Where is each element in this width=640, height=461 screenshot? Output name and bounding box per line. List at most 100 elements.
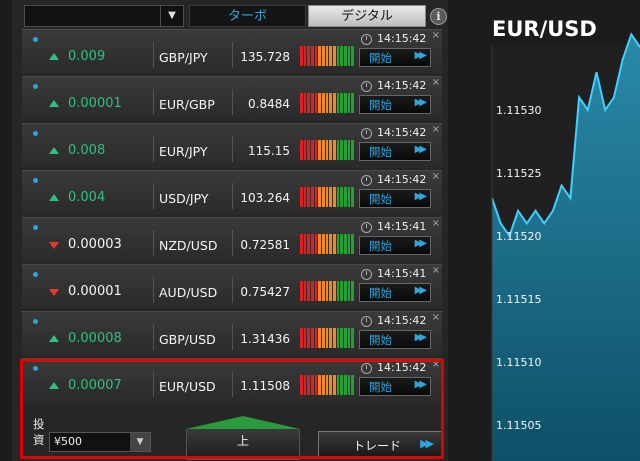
sentiment-bar: [307, 281, 311, 301]
selected-asset-highlight: [20, 359, 444, 459]
divider: [232, 230, 233, 256]
asset-row[interactable]: × 14:15:42 0.004 USD/JPY 103.264 開始 ▶▶: [22, 170, 442, 215]
fast-forward-icon: ▶▶: [414, 97, 428, 108]
asset-row[interactable]: × 14:15:42 0.00008 GBP/USD 1.31436 開始 ▶▶: [22, 311, 442, 356]
start-button[interactable]: 開始 ▶▶: [359, 236, 431, 255]
sentiment-bar: [300, 328, 303, 348]
sentiment-bar: [347, 46, 351, 66]
start-button[interactable]: 開始 ▶▶: [359, 189, 431, 208]
sentiment-bar: [325, 328, 329, 348]
sentiment-bar: [325, 281, 329, 301]
price-change: 0.004: [68, 190, 106, 205]
sentiment-meter: [300, 328, 355, 348]
y-tick-label: 1.11520: [496, 230, 542, 243]
sentiment-bar: [333, 281, 336, 301]
close-icon[interactable]: ×: [432, 30, 440, 41]
sentiment-bar: [311, 234, 314, 254]
up-arrow-icon: [49, 147, 59, 154]
start-button[interactable]: 開始 ▶▶: [359, 48, 431, 67]
sentiment-bar: [351, 46, 355, 66]
divider: [153, 89, 154, 115]
currency-pair: AUD/USD: [159, 285, 218, 300]
current-price: 103.264: [240, 191, 290, 205]
sentiment-bar: [318, 281, 322, 301]
tab-turbo[interactable]: ターボ: [189, 5, 306, 27]
divider: [232, 324, 233, 350]
close-icon[interactable]: ×: [432, 218, 440, 229]
info-icon[interactable]: i: [430, 8, 447, 25]
sentiment-bar: [307, 46, 311, 66]
sentiment-bar: [351, 234, 355, 254]
sentiment-bar: [322, 187, 325, 207]
sentiment-bar: [318, 328, 322, 348]
sentiment-bar: [347, 93, 351, 113]
sentiment-bar: [318, 93, 322, 113]
asset-row[interactable]: × 14:15:42 0.009 GBP/JPY 135.728 開始 ▶▶: [22, 29, 442, 74]
close-icon[interactable]: ×: [432, 265, 440, 276]
start-button[interactable]: 開始 ▶▶: [359, 330, 431, 349]
sentiment-bar: [303, 328, 307, 348]
sentiment-bar: [318, 234, 322, 254]
currency-pair: USD/JPY: [159, 191, 209, 206]
sentiment-bar: [336, 234, 340, 254]
sentiment-bar: [329, 46, 333, 66]
y-tick-label: 1.11510: [496, 356, 542, 369]
sentiment-bar: [303, 140, 307, 160]
live-indicator-icon: [33, 272, 38, 277]
close-icon[interactable]: ×: [432, 77, 440, 88]
sentiment-bar: [344, 187, 347, 207]
sentiment-bar: [347, 140, 351, 160]
sentiment-bar: [329, 93, 333, 113]
sentiment-meter: [300, 140, 355, 160]
sentiment-bar: [307, 140, 311, 160]
sentiment-bar: [325, 140, 329, 160]
asset-filter-dropdown[interactable]: ▼: [24, 5, 184, 27]
sentiment-bar: [318, 140, 322, 160]
sentiment-bar: [336, 187, 340, 207]
divider: [232, 89, 233, 115]
start-button[interactable]: 開始 ▶▶: [359, 95, 431, 114]
currency-pair: GBP/JPY: [159, 50, 208, 65]
asset-row[interactable]: × 14:15:42 0.00001 EUR/GBP 0.8484 開始 ▶▶: [22, 76, 442, 121]
close-icon[interactable]: ×: [432, 312, 440, 323]
price-change: 0.00001: [68, 96, 122, 111]
sentiment-bar: [307, 93, 311, 113]
sentiment-bar: [344, 328, 347, 348]
start-button[interactable]: 開始 ▶▶: [359, 283, 431, 302]
tab-digital[interactable]: デジタル: [308, 5, 426, 27]
sentiment-bar: [340, 281, 344, 301]
sentiment-bar: [347, 281, 351, 301]
start-button[interactable]: 開始 ▶▶: [359, 142, 431, 161]
sentiment-bar: [329, 281, 333, 301]
sentiment-bar: [336, 140, 340, 160]
clock-icon: [361, 269, 372, 280]
sentiment-bar: [300, 187, 303, 207]
asset-row[interactable]: × 14:15:42 0.008 EUR/JPY 115.15 開始 ▶▶: [22, 123, 442, 168]
sentiment-bar: [303, 187, 307, 207]
sentiment-bar: [336, 93, 340, 113]
sentiment-bar: [314, 187, 318, 207]
price-change: 0.00003: [68, 237, 122, 252]
close-icon[interactable]: ×: [432, 124, 440, 135]
clock-icon: [361, 34, 372, 45]
expiry-time: 14:15:42: [377, 314, 427, 327]
fast-forward-icon: ▶▶: [414, 285, 428, 296]
live-indicator-icon: [33, 178, 38, 183]
price-change: 0.008: [68, 143, 106, 158]
sentiment-bar: [347, 234, 351, 254]
down-arrow-icon: [49, 289, 59, 296]
sentiment-bar: [325, 187, 329, 207]
chevron-down-icon[interactable]: ▼: [160, 6, 183, 26]
sentiment-bar: [340, 234, 344, 254]
sentiment-bar: [300, 46, 303, 66]
sentiment-bar: [311, 93, 314, 113]
sentiment-bar: [322, 234, 325, 254]
sentiment-bar: [329, 140, 333, 160]
asset-row[interactable]: × 14:15:41 0.00001 AUD/USD 0.75427 開始 ▶▶: [22, 264, 442, 309]
sentiment-bar: [318, 187, 322, 207]
start-button-label: 開始: [369, 239, 392, 253]
sentiment-bar: [329, 234, 333, 254]
close-icon[interactable]: ×: [432, 171, 440, 182]
asset-row[interactable]: × 14:15:41 0.00003 NZD/USD 0.72581 開始 ▶▶: [22, 217, 442, 262]
sentiment-bar: [307, 187, 311, 207]
